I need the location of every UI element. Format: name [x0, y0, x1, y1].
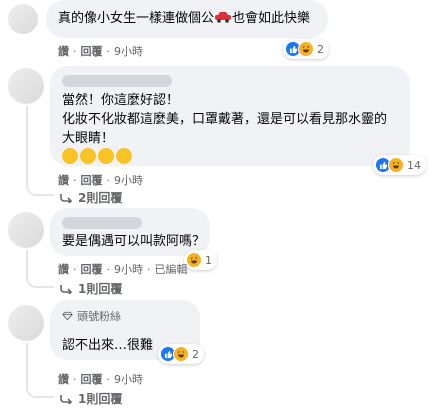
- reply-arrow-icon: [60, 394, 72, 404]
- comment-line: 化妝不化妝都這麼美，口罩戴著，還是可以看見那水靈的: [62, 112, 388, 127]
- timestamp[interactable]: 9小時: [114, 371, 143, 387]
- separator: ·: [106, 262, 111, 276]
- replies-count: 2則回覆: [78, 191, 123, 205]
- thread-line: [26, 106, 54, 196]
- like-link[interactable]: 讚: [58, 371, 69, 387]
- reaction-count: 2: [317, 42, 324, 56]
- comment-text: 要是偶遇可以叫款阿嗎？: [62, 234, 206, 249]
- reply-link[interactable]: 回覆: [81, 371, 103, 387]
- separator: ·: [147, 262, 151, 276]
- separator: ·: [73, 262, 77, 276]
- reaction-summary[interactable]: 2: [283, 39, 329, 59]
- reaction-count: 14: [407, 158, 421, 172]
- comment-text: 當然！你這麼好認！ 化妝不化妝都這麼美，口罩戴著，還是可以看見那水靈的 大眼睛！: [62, 91, 387, 167]
- comment-actions: 讚 · 回覆 · 9小時: [58, 43, 143, 59]
- badge-label: 頭號粉絲: [77, 310, 121, 323]
- reaction-count: 1: [205, 253, 212, 267]
- reply-link[interactable]: 回覆: [81, 43, 103, 59]
- car-emoji-icon: [215, 12, 232, 23]
- like-link[interactable]: 讚: [58, 43, 69, 59]
- comment-actions: 讚 · 回覆 · 9小時: [58, 371, 143, 387]
- comment-bubble: 要是偶遇可以叫款阿嗎？: [50, 208, 210, 256]
- timestamp[interactable]: 9小時: [114, 43, 143, 59]
- reaction-summary[interactable]: 14: [373, 155, 426, 175]
- avatar[interactable]: [8, 68, 44, 104]
- view-replies-link[interactable]: 1則回覆: [60, 390, 122, 407]
- like-link[interactable]: 讚: [58, 261, 69, 277]
- thread-line: [26, 343, 54, 398]
- reply-arrow-icon: [60, 284, 72, 294]
- separator: ·: [106, 372, 111, 386]
- comment-actions: 讚 · 回覆 · 9小時: [58, 172, 143, 188]
- like-link[interactable]: 讚: [58, 172, 69, 188]
- comment-bubble: 當然！你這麼好認！ 化妝不化妝都這麼美，口罩戴著，還是可以看見那水靈的 大眼睛！: [50, 66, 410, 166]
- commenter-name[interactable]: [62, 217, 142, 229]
- view-replies-link[interactable]: 2則回覆: [60, 189, 122, 206]
- edited-label: 已編輯: [154, 263, 188, 276]
- reaction-summary[interactable]: 2: [158, 344, 204, 364]
- replies-count: 1則回覆: [78, 392, 123, 406]
- comment-line: 當然！你這麼好認！: [62, 93, 180, 108]
- view-replies-link[interactable]: 1則回覆: [60, 280, 122, 297]
- comment-bubble: 真的像小女生一樣連做個公 也會如此快樂: [46, 0, 328, 38]
- reply-link[interactable]: 回覆: [81, 261, 103, 277]
- haha-reaction-icon: [186, 252, 202, 268]
- commenter-name[interactable]: [62, 75, 172, 87]
- grin-emoji-icon: [116, 148, 132, 164]
- separator: ·: [73, 44, 77, 58]
- separator: ·: [73, 372, 77, 386]
- top-fan-badge[interactable]: 頭號粉絲: [62, 308, 121, 324]
- haha-reaction-icon: [173, 346, 189, 362]
- avatar[interactable]: [8, 4, 38, 34]
- grin-emoji-icon: [98, 148, 114, 164]
- separator: ·: [73, 173, 77, 187]
- rofl-emoji-icon: [62, 148, 78, 164]
- reply-arrow-icon: [60, 193, 72, 203]
- comment-line: 大眼睛！: [62, 131, 115, 146]
- timestamp[interactable]: 9小時: [114, 172, 143, 188]
- timestamp[interactable]: 9小時: [114, 261, 143, 277]
- comment-actions: 讚 · 回覆 · 9小時 · 已編輯: [58, 261, 188, 277]
- thread-line: [26, 250, 54, 288]
- separator: ·: [106, 44, 111, 58]
- comment-text-part: 也會如此快樂: [232, 11, 311, 26]
- haha-reaction-icon: [388, 157, 404, 173]
- avatar[interactable]: [8, 212, 44, 248]
- haha-reaction-icon: [298, 41, 314, 57]
- separator: ·: [106, 173, 111, 187]
- diamond-icon: [62, 311, 73, 321]
- avatar[interactable]: [8, 305, 44, 341]
- reply-link[interactable]: 回覆: [81, 172, 103, 188]
- comment-text: 真的像小女生一樣連做個公 也會如此快樂: [58, 9, 310, 28]
- reaction-count: 2: [192, 347, 199, 361]
- reaction-summary[interactable]: 1: [184, 250, 217, 270]
- comment-text-part: 真的像小女生一樣連做個公: [58, 11, 215, 26]
- emoji-row: [62, 148, 387, 167]
- rofl-emoji-icon: [80, 148, 96, 164]
- replies-count: 1則回覆: [78, 282, 123, 296]
- comment-text: 認不出來…很難: [62, 338, 154, 353]
